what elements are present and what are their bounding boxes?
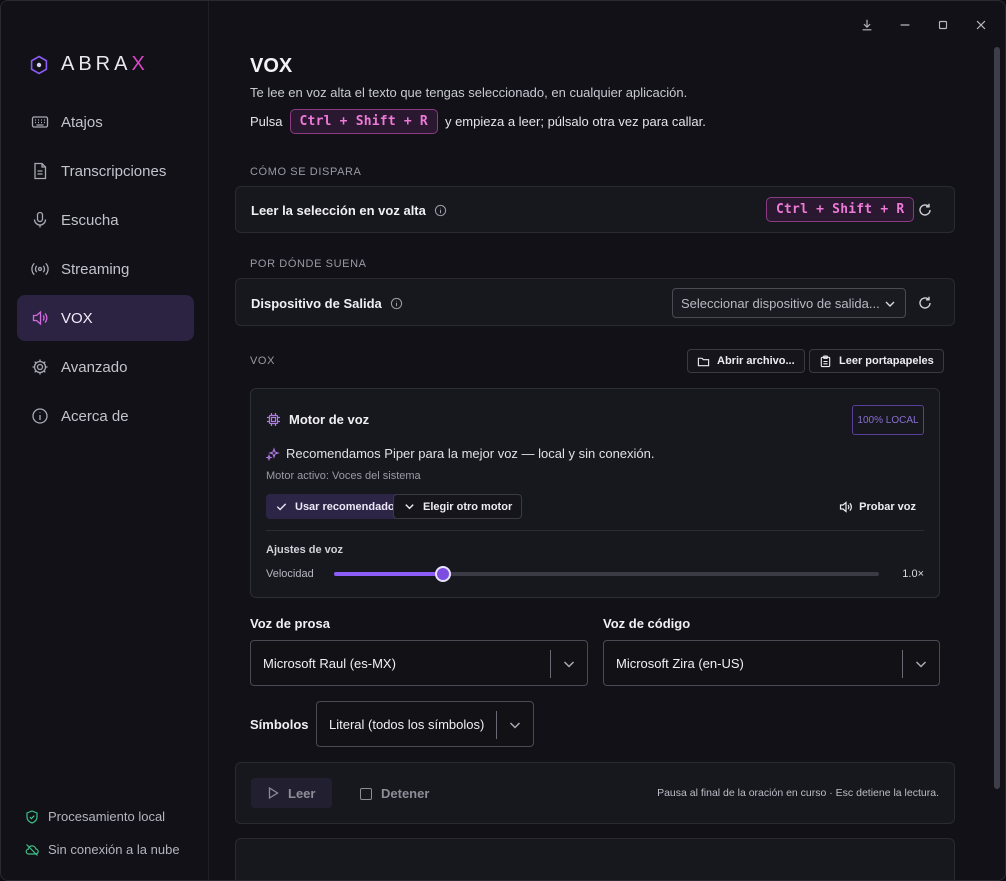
broadcast-icon [31,260,49,278]
speed-label: Velocidad [266,568,314,580]
sidebar-item-acerca-de[interactable]: Acerca de [17,393,194,439]
symbols-label: Símbolos [250,717,309,732]
open-file-button[interactable]: Abrir archivo... [687,349,805,373]
engine-recommendation: Recomendamos Piper para la mejor voz — l… [266,446,655,461]
chevron-down-icon [885,301,895,307]
stop-button[interactable]: Detener [360,786,429,801]
speaker-icon [840,501,853,513]
sidebar-item-transcripciones[interactable]: Transcripciones [17,148,194,194]
sidebar-item-avanzado[interactable]: Avanzado [17,344,194,390]
stop-icon [360,787,372,800]
cloud-status: Sin conexión a la nube [25,842,180,857]
app-window: ABRAX Atajos Transcripciones Escucha Str… [0,0,1006,881]
code-voice-select[interactable]: Microsoft Zira (en-US) [603,640,940,686]
sidebar-item-label: Atajos [61,113,103,131]
hotkey-instructions: Pulsa Ctrl + Shift + R y empieza a leer;… [250,109,706,134]
close-icon[interactable] [971,15,991,35]
output-row: Dispositivo de Salida [251,296,403,311]
folder-icon [697,357,710,366]
sidebar-item-streaming[interactable]: Streaming [17,246,194,292]
local-processing-status: Procesamiento local [25,809,165,824]
sidebar-item-atajos[interactable]: Atajos [17,99,194,145]
voice-settings-title: Ajustes de voz [266,544,344,556]
speed-slider[interactable] [334,566,879,582]
sidebar-item-label: Acerca de [61,407,129,425]
sidebar-item-label: VOX [61,309,93,327]
chevron-down-icon [509,722,521,729]
choose-engine-button[interactable]: Elegir otro motor [393,494,523,519]
cloud-off-icon [25,843,39,856]
output-card: Dispositivo de Salida Seleccionar dispos… [235,278,955,326]
microphone-icon [31,211,49,229]
section-label-trigger: CÓMO SE DISPARA [250,166,362,178]
brand-name: ABRAX [61,53,149,75]
output-device-select[interactable]: Seleccionar dispositivo de salida... [672,288,906,318]
reader-controls: Leer Detener Pausa al final de la oració… [235,762,955,824]
sidebar-item-escucha[interactable]: Escucha [17,197,194,243]
engine-title: Motor de voz [266,412,369,427]
active-engine-text: Motor activo: Voces del sistema [266,470,421,482]
test-voice-button[interactable]: Probar voz [839,500,916,514]
info-icon[interactable] [390,297,403,310]
scrollbar[interactable] [994,47,1000,789]
divider [266,530,924,531]
combo-separator [496,711,497,739]
document-icon [31,162,49,180]
trigger-hotkey-button[interactable]: Ctrl + Shift + R [766,197,915,222]
speed-value: 1.0× [902,568,924,580]
sidebar-item-label: Avanzado [61,358,128,376]
keyboard-icon [31,113,49,131]
clipboard-icon [820,355,831,367]
info-icon[interactable] [434,204,447,217]
speaker-icon [31,309,49,327]
combo-separator [902,650,903,678]
reset-hotkey-icon[interactable] [915,200,935,220]
symbols-select[interactable]: Literal (todos los símbolos) [316,701,534,747]
trigger-row: Leer la selección en voz alta [251,203,447,218]
combo-separator [550,650,551,678]
chip-icon [267,413,280,426]
hotkey-badge: Ctrl + Shift + R [289,109,438,134]
main-content: VOX Te lee en voz alta el texto que teng… [235,1,955,880]
sidebar-item-label: Streaming [61,260,130,278]
trigger-card: Leer la selección en voz alta Ctrl + Shi… [235,186,955,233]
use-recommended-button[interactable]: Usar recomendado [266,494,404,519]
refresh-devices-icon[interactable] [915,293,935,313]
prose-voice-select[interactable]: Microsoft Raul (es-MX) [250,640,588,686]
prose-voice-label: Voz de prosa [250,616,330,631]
section-label-vox: VOX [250,355,276,367]
sidebar-nav: Atajos Transcripciones Escucha Streaming… [17,99,194,442]
output-device-label: Dispositivo de Salida [251,296,382,311]
section-label-output: POR DÓNDE SUENA [250,258,367,270]
speed-slider-thumb[interactable] [435,566,451,582]
voice-engine-card: Motor de voz 100% LOCAL Recomendamos Pip… [250,388,940,598]
sparkles-icon [266,446,280,461]
code-voice-label: Voz de código [603,616,691,631]
sidebar-item-label: Escucha [61,211,119,229]
trigger-label: Leer la selección en voz alta [251,203,426,218]
text-preview-card [235,838,955,880]
info-icon [31,407,49,425]
local-badge: 100% LOCAL [852,405,924,435]
read-clipboard-button[interactable]: Leer portapapeles [809,349,944,373]
page-title: VOX [250,55,293,77]
reader-hint: Pausa al final de la oración en curso · … [657,787,939,799]
gear-icon [31,358,49,376]
play-icon [268,786,279,800]
check-icon [276,503,287,511]
chevron-down-icon [405,504,414,510]
read-button[interactable]: Leer [251,778,332,808]
sidebar: ABRAX Atajos Transcripciones Escucha Str… [1,1,209,880]
app-logo: ABRAX [29,53,149,76]
speed-slider-fill [334,572,443,576]
page-description: Te lee en voz alta el texto que tengas s… [250,85,688,100]
sidebar-item-label: Transcripciones [61,162,167,180]
sidebar-item-vox[interactable]: VOX [17,295,194,341]
shield-check-icon [26,809,38,824]
chevron-down-icon [915,661,927,668]
logo-hexagon-icon [30,55,48,74]
chevron-down-icon [563,661,575,668]
